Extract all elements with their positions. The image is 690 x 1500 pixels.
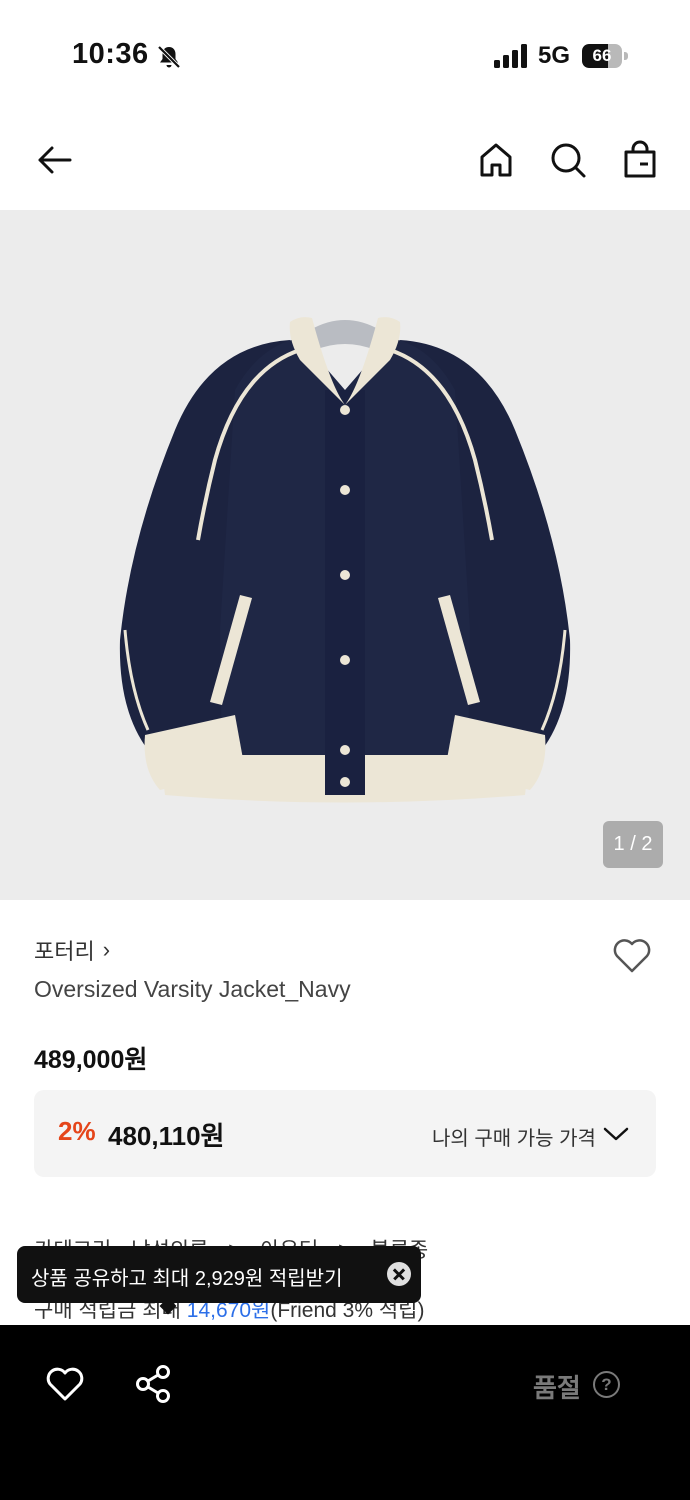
share-icon (136, 1365, 170, 1403)
brand-name: 포터리 (34, 939, 95, 964)
status-time: 10:36 (72, 38, 149, 70)
back-button[interactable] (32, 138, 76, 182)
toast-text: 상품 공유하고 최대 2,929원 적립받기 (31, 1268, 343, 1290)
home-icon (480, 143, 512, 177)
search-button[interactable] (546, 138, 590, 182)
chevron-right-icon: › (102, 937, 111, 962)
home-button[interactable] (474, 138, 518, 182)
top-nav-bar (0, 110, 690, 210)
network-label: 5G (538, 42, 571, 69)
battery-icon: 66 (582, 44, 628, 68)
status-bar: 10:36 5G 66 (0, 0, 690, 110)
search-icon (551, 143, 586, 178)
help-icon[interactable]: ? (593, 1371, 620, 1398)
discount-price: 480,110원 (108, 1121, 225, 1151)
bottom-action-bar: 품절 ? (0, 1325, 690, 1500)
battery-level: 66 (592, 46, 612, 65)
product-name: Oversized Varsity Jacket_Navy (34, 976, 351, 1002)
product-price: 489,000원 (34, 1046, 148, 1074)
bottom-wishlist-button[interactable] (44, 1363, 86, 1405)
image-page-indicator: 1 / 2 (603, 821, 663, 868)
discount-rate: 2% (58, 1116, 96, 1146)
shopping-bag-icon (624, 140, 656, 178)
heart-icon (46, 1367, 84, 1401)
shopping-bag-button[interactable] (618, 138, 662, 182)
close-icon[interactable] (387, 1262, 411, 1286)
bell-slash-icon (157, 45, 181, 69)
my-price-toggle-label: 나의 구매 가능 가격 (432, 1128, 596, 1150)
jacket-image (119, 317, 571, 803)
share-button[interactable] (134, 1363, 174, 1405)
chevron-down-icon (603, 1127, 629, 1141)
product-image-gallery[interactable]: 1 / 2 (0, 210, 690, 900)
share-reward-toast[interactable]: 상품 공유하고 최대 2,929원 적립받기 (17, 1246, 421, 1315)
back-arrow-icon (38, 146, 72, 174)
signal-icon (494, 44, 527, 68)
my-price-panel[interactable]: 2% 480,110원 나의 구매 가능 가격 (34, 1090, 656, 1177)
brand-link[interactable]: 포터리 › (34, 934, 110, 966)
wishlist-button[interactable] (610, 933, 654, 977)
sold-out-label: 품절 (533, 1373, 581, 1403)
heart-icon (613, 939, 651, 973)
